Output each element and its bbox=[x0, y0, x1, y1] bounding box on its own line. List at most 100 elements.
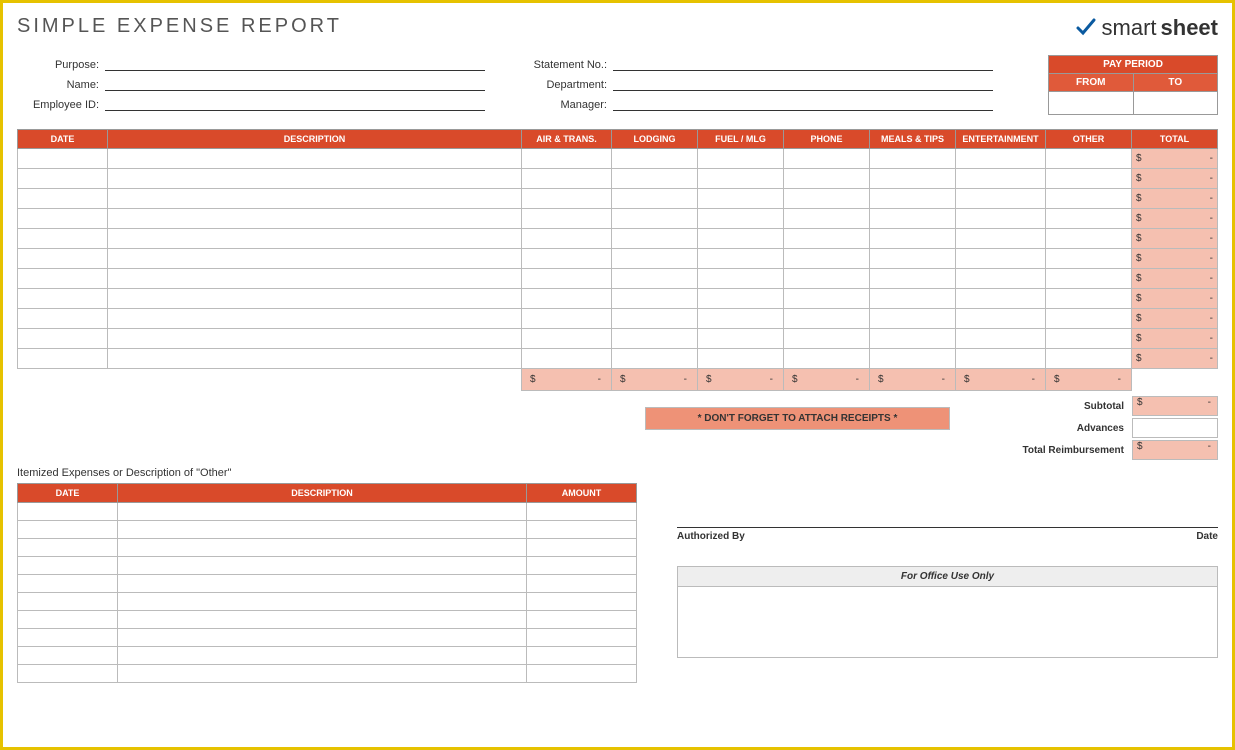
expense-cell[interactable] bbox=[956, 329, 1046, 349]
expense-cell[interactable] bbox=[522, 189, 612, 209]
expense-cell[interactable] bbox=[18, 269, 108, 289]
expense-cell[interactable] bbox=[956, 249, 1046, 269]
advances-value[interactable] bbox=[1132, 418, 1218, 438]
itemized-cell[interactable] bbox=[118, 665, 527, 683]
expense-cell[interactable] bbox=[18, 349, 108, 369]
expense-cell[interactable] bbox=[698, 289, 784, 309]
expense-cell[interactable] bbox=[108, 189, 522, 209]
expense-cell[interactable] bbox=[108, 269, 522, 289]
expense-cell[interactable] bbox=[108, 349, 522, 369]
itemized-cell[interactable] bbox=[527, 575, 637, 593]
expense-cell[interactable] bbox=[870, 229, 956, 249]
expense-cell[interactable] bbox=[18, 169, 108, 189]
itemized-cell[interactable] bbox=[18, 503, 118, 521]
expense-cell[interactable] bbox=[108, 309, 522, 329]
itemized-cell[interactable] bbox=[527, 611, 637, 629]
itemized-cell[interactable] bbox=[18, 629, 118, 647]
field-input[interactable] bbox=[613, 95, 993, 111]
expense-cell[interactable] bbox=[784, 289, 870, 309]
itemized-cell[interactable] bbox=[527, 665, 637, 683]
expense-cell[interactable] bbox=[956, 229, 1046, 249]
itemized-cell[interactable] bbox=[118, 611, 527, 629]
expense-cell[interactable] bbox=[1046, 309, 1132, 329]
expense-cell[interactable] bbox=[18, 249, 108, 269]
expense-cell[interactable] bbox=[870, 189, 956, 209]
expense-cell[interactable] bbox=[870, 329, 956, 349]
expense-cell[interactable] bbox=[18, 329, 108, 349]
expense-cell[interactable] bbox=[1046, 229, 1132, 249]
field-input[interactable] bbox=[613, 55, 993, 71]
expense-cell[interactable] bbox=[784, 209, 870, 229]
itemized-cell[interactable] bbox=[18, 557, 118, 575]
expense-cell[interactable] bbox=[698, 309, 784, 329]
expense-cell[interactable] bbox=[612, 229, 698, 249]
field-input[interactable] bbox=[613, 75, 993, 91]
expense-cell[interactable] bbox=[18, 149, 108, 169]
expense-cell[interactable] bbox=[956, 189, 1046, 209]
expense-cell[interactable] bbox=[784, 189, 870, 209]
itemized-cell[interactable] bbox=[18, 647, 118, 665]
expense-cell[interactable] bbox=[108, 209, 522, 229]
expense-cell[interactable] bbox=[522, 149, 612, 169]
expense-cell[interactable] bbox=[18, 229, 108, 249]
expense-cell[interactable] bbox=[784, 229, 870, 249]
expense-cell[interactable] bbox=[870, 309, 956, 329]
expense-cell[interactable] bbox=[1046, 269, 1132, 289]
expense-cell[interactable] bbox=[870, 269, 956, 289]
field-input[interactable] bbox=[105, 95, 485, 111]
itemized-cell[interactable] bbox=[18, 593, 118, 611]
expense-cell[interactable] bbox=[522, 209, 612, 229]
expense-cell[interactable] bbox=[870, 209, 956, 229]
expense-cell[interactable] bbox=[956, 309, 1046, 329]
expense-cell[interactable] bbox=[18, 209, 108, 229]
itemized-cell[interactable] bbox=[527, 647, 637, 665]
expense-cell[interactable] bbox=[784, 169, 870, 189]
expense-cell[interactable] bbox=[698, 329, 784, 349]
expense-cell[interactable] bbox=[522, 249, 612, 269]
expense-cell[interactable] bbox=[612, 329, 698, 349]
expense-cell[interactable] bbox=[108, 149, 522, 169]
expense-cell[interactable] bbox=[522, 349, 612, 369]
expense-cell[interactable] bbox=[108, 249, 522, 269]
expense-cell[interactable] bbox=[1046, 209, 1132, 229]
expense-cell[interactable] bbox=[784, 349, 870, 369]
expense-cell[interactable] bbox=[1046, 149, 1132, 169]
expense-cell[interactable] bbox=[870, 149, 956, 169]
itemized-cell[interactable] bbox=[527, 629, 637, 647]
expense-cell[interactable] bbox=[698, 269, 784, 289]
expense-cell[interactable] bbox=[612, 269, 698, 289]
expense-cell[interactable] bbox=[18, 189, 108, 209]
itemized-cell[interactable] bbox=[527, 521, 637, 539]
expense-cell[interactable] bbox=[108, 229, 522, 249]
expense-cell[interactable] bbox=[870, 349, 956, 369]
itemized-cell[interactable] bbox=[118, 575, 527, 593]
expense-cell[interactable] bbox=[956, 149, 1046, 169]
expense-cell[interactable] bbox=[698, 189, 784, 209]
field-input[interactable] bbox=[105, 55, 485, 71]
itemized-cell[interactable] bbox=[118, 647, 527, 665]
expense-cell[interactable] bbox=[784, 249, 870, 269]
itemized-cell[interactable] bbox=[118, 593, 527, 611]
expense-cell[interactable] bbox=[956, 349, 1046, 369]
itemized-cell[interactable] bbox=[18, 521, 118, 539]
expense-cell[interactable] bbox=[108, 329, 522, 349]
expense-cell[interactable] bbox=[522, 229, 612, 249]
expense-cell[interactable] bbox=[698, 209, 784, 229]
expense-cell[interactable] bbox=[784, 309, 870, 329]
expense-cell[interactable] bbox=[522, 289, 612, 309]
expense-cell[interactable] bbox=[612, 309, 698, 329]
expense-cell[interactable] bbox=[870, 289, 956, 309]
itemized-cell[interactable] bbox=[18, 611, 118, 629]
expense-cell[interactable] bbox=[956, 289, 1046, 309]
expense-cell[interactable] bbox=[612, 149, 698, 169]
expense-cell[interactable] bbox=[784, 269, 870, 289]
expense-cell[interactable] bbox=[1046, 249, 1132, 269]
pay-period-to-value[interactable] bbox=[1134, 92, 1218, 114]
expense-cell[interactable] bbox=[612, 189, 698, 209]
expense-cell[interactable] bbox=[612, 249, 698, 269]
expense-cell[interactable] bbox=[612, 289, 698, 309]
itemized-cell[interactable] bbox=[18, 665, 118, 683]
expense-cell[interactable] bbox=[1046, 289, 1132, 309]
expense-cell[interactable] bbox=[870, 249, 956, 269]
itemized-cell[interactable] bbox=[527, 539, 637, 557]
